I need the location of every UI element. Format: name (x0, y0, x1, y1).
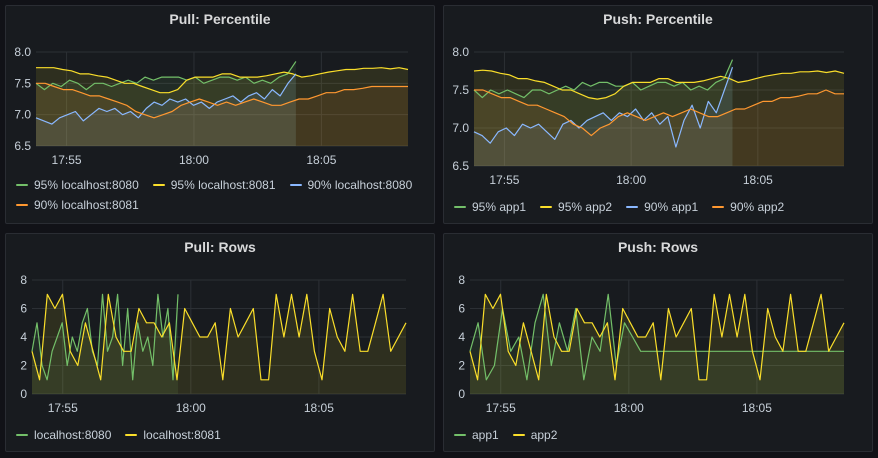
legend-item[interactable]: 90% localhost:8081 (16, 198, 139, 212)
y-tick-label: 4 (458, 330, 465, 344)
chart-push-percentile: 8.0 7.5 7.0 6.5 17:55 18:00 18:05 (452, 45, 845, 187)
legend-item[interactable]: 95% localhost:8081 (152, 178, 276, 192)
x-tick-label: 18:00 (176, 401, 206, 415)
legend-label: 90% localhost:8081 (34, 198, 139, 212)
x-tick-label: 18:05 (304, 401, 334, 415)
x-tick-label: 18:00 (614, 401, 644, 415)
y-tick-label: 2 (458, 359, 465, 373)
legend: 95% app1 95% app2 90% app1 90% app2 (454, 200, 866, 214)
legend-swatch (16, 184, 28, 186)
y-tick-label: 7.5 (14, 76, 31, 90)
legend-swatch (626, 206, 639, 208)
series-area (32, 294, 406, 394)
legend: 95% localhost:8080 95% localhost:8081 90% … (16, 178, 428, 212)
legend-item[interactable]: 90% localhost:8080 (289, 178, 413, 192)
legend-label: app2 (530, 428, 558, 442)
x-tick-label: 18:05 (743, 173, 773, 187)
panel-pull-percentile: Pull: Percentile 8.0 7.5 7.0 6.5 17:55 18:00 1… (5, 5, 435, 224)
y-tick-label: 6.5 (452, 159, 469, 173)
panel-push-percentile: Push: Percentile 8.0 7.5 7.0 6.5 17:55 18:00 1… (443, 5, 873, 224)
legend-item[interactable]: localhost:8080 (16, 428, 111, 442)
legend: localhost:8080 localhost:8081 (16, 428, 428, 442)
x-tick-label: 17:55 (489, 173, 519, 187)
legend-item[interactable]: localhost:8081 (125, 428, 221, 442)
legend-swatch (289, 184, 302, 186)
x-tick-label: 18:00 (616, 173, 646, 187)
legend-swatch (540, 206, 553, 208)
y-tick-label: 0 (20, 387, 27, 401)
y-tick-label: 4 (20, 330, 27, 344)
y-tick-label: 6 (20, 302, 27, 316)
legend-swatch (454, 206, 466, 208)
y-tick-label: 6.5 (14, 139, 31, 153)
y-tick-label: 2 (20, 359, 27, 373)
legend-swatch (152, 184, 165, 186)
x-tick-label: 17:55 (52, 153, 82, 167)
legend-label: localhost:8080 (34, 428, 112, 442)
y-tick-label: 8.0 (452, 45, 469, 59)
legend-swatch (512, 434, 525, 436)
chart-push-rows: 8 6 4 2 0 17:55 18:00 18:05 (458, 273, 845, 415)
legend-swatch (454, 434, 466, 436)
series-area (470, 294, 844, 394)
legend-label: 90% app1 (644, 200, 699, 214)
x-tick-label: 18:00 (179, 153, 209, 167)
x-tick-label: 18:05 (742, 401, 772, 415)
legend-label: 95% localhost:8080 (34, 178, 139, 192)
x-tick-label: 17:55 (486, 401, 516, 415)
legend-item[interactable]: 95% app2 (540, 200, 612, 214)
y-tick-label: 8 (458, 273, 465, 287)
legend-swatch (125, 434, 138, 436)
x-tick-label: 18:05 (306, 153, 336, 167)
y-tick-label: 6 (458, 302, 465, 316)
legend-item[interactable]: app2 (512, 428, 558, 442)
legend-label: 90% localhost:8080 (307, 178, 413, 192)
legend-item[interactable]: 90% app2 (712, 200, 784, 214)
legend-swatch (16, 204, 28, 206)
y-tick-label: 8.0 (14, 45, 31, 59)
y-tick-label: 7.5 (452, 83, 469, 97)
legend-item[interactable]: 90% app1 (626, 200, 698, 214)
legend-swatch (712, 206, 725, 208)
y-tick-label: 8 (20, 273, 27, 287)
legend-item[interactable]: 95% app1 (454, 200, 526, 214)
legend-label: localhost:8081 (143, 428, 221, 442)
panel-push-rows: Push: Rows 8 6 4 2 0 17:55 18:00 18:05 app1 app2 (443, 233, 873, 452)
legend: app1 app2 (454, 428, 866, 442)
y-tick-label: 7.0 (14, 108, 31, 122)
chart-pull-rows: 8 6 4 2 0 17:55 18:00 18:05 (20, 273, 407, 415)
legend-label: 95% app1 (472, 200, 527, 214)
y-tick-label: 0 (458, 387, 465, 401)
y-tick-label: 7.0 (452, 121, 469, 135)
legend-label: 95% app2 (558, 200, 613, 214)
legend-label: 95% localhost:8081 (170, 178, 276, 192)
legend-item[interactable]: app1 (454, 428, 499, 442)
panel-pull-rows: Pull: Rows 8 6 4 2 0 17:55 18:00 18:05 localhos… (5, 233, 435, 452)
legend-swatch (16, 434, 28, 436)
x-tick-label: 17:55 (48, 401, 78, 415)
legend-label: 90% app2 (730, 200, 785, 214)
legend-label: app1 (472, 428, 499, 442)
legend-item[interactable]: 95% localhost:8080 (16, 178, 139, 192)
